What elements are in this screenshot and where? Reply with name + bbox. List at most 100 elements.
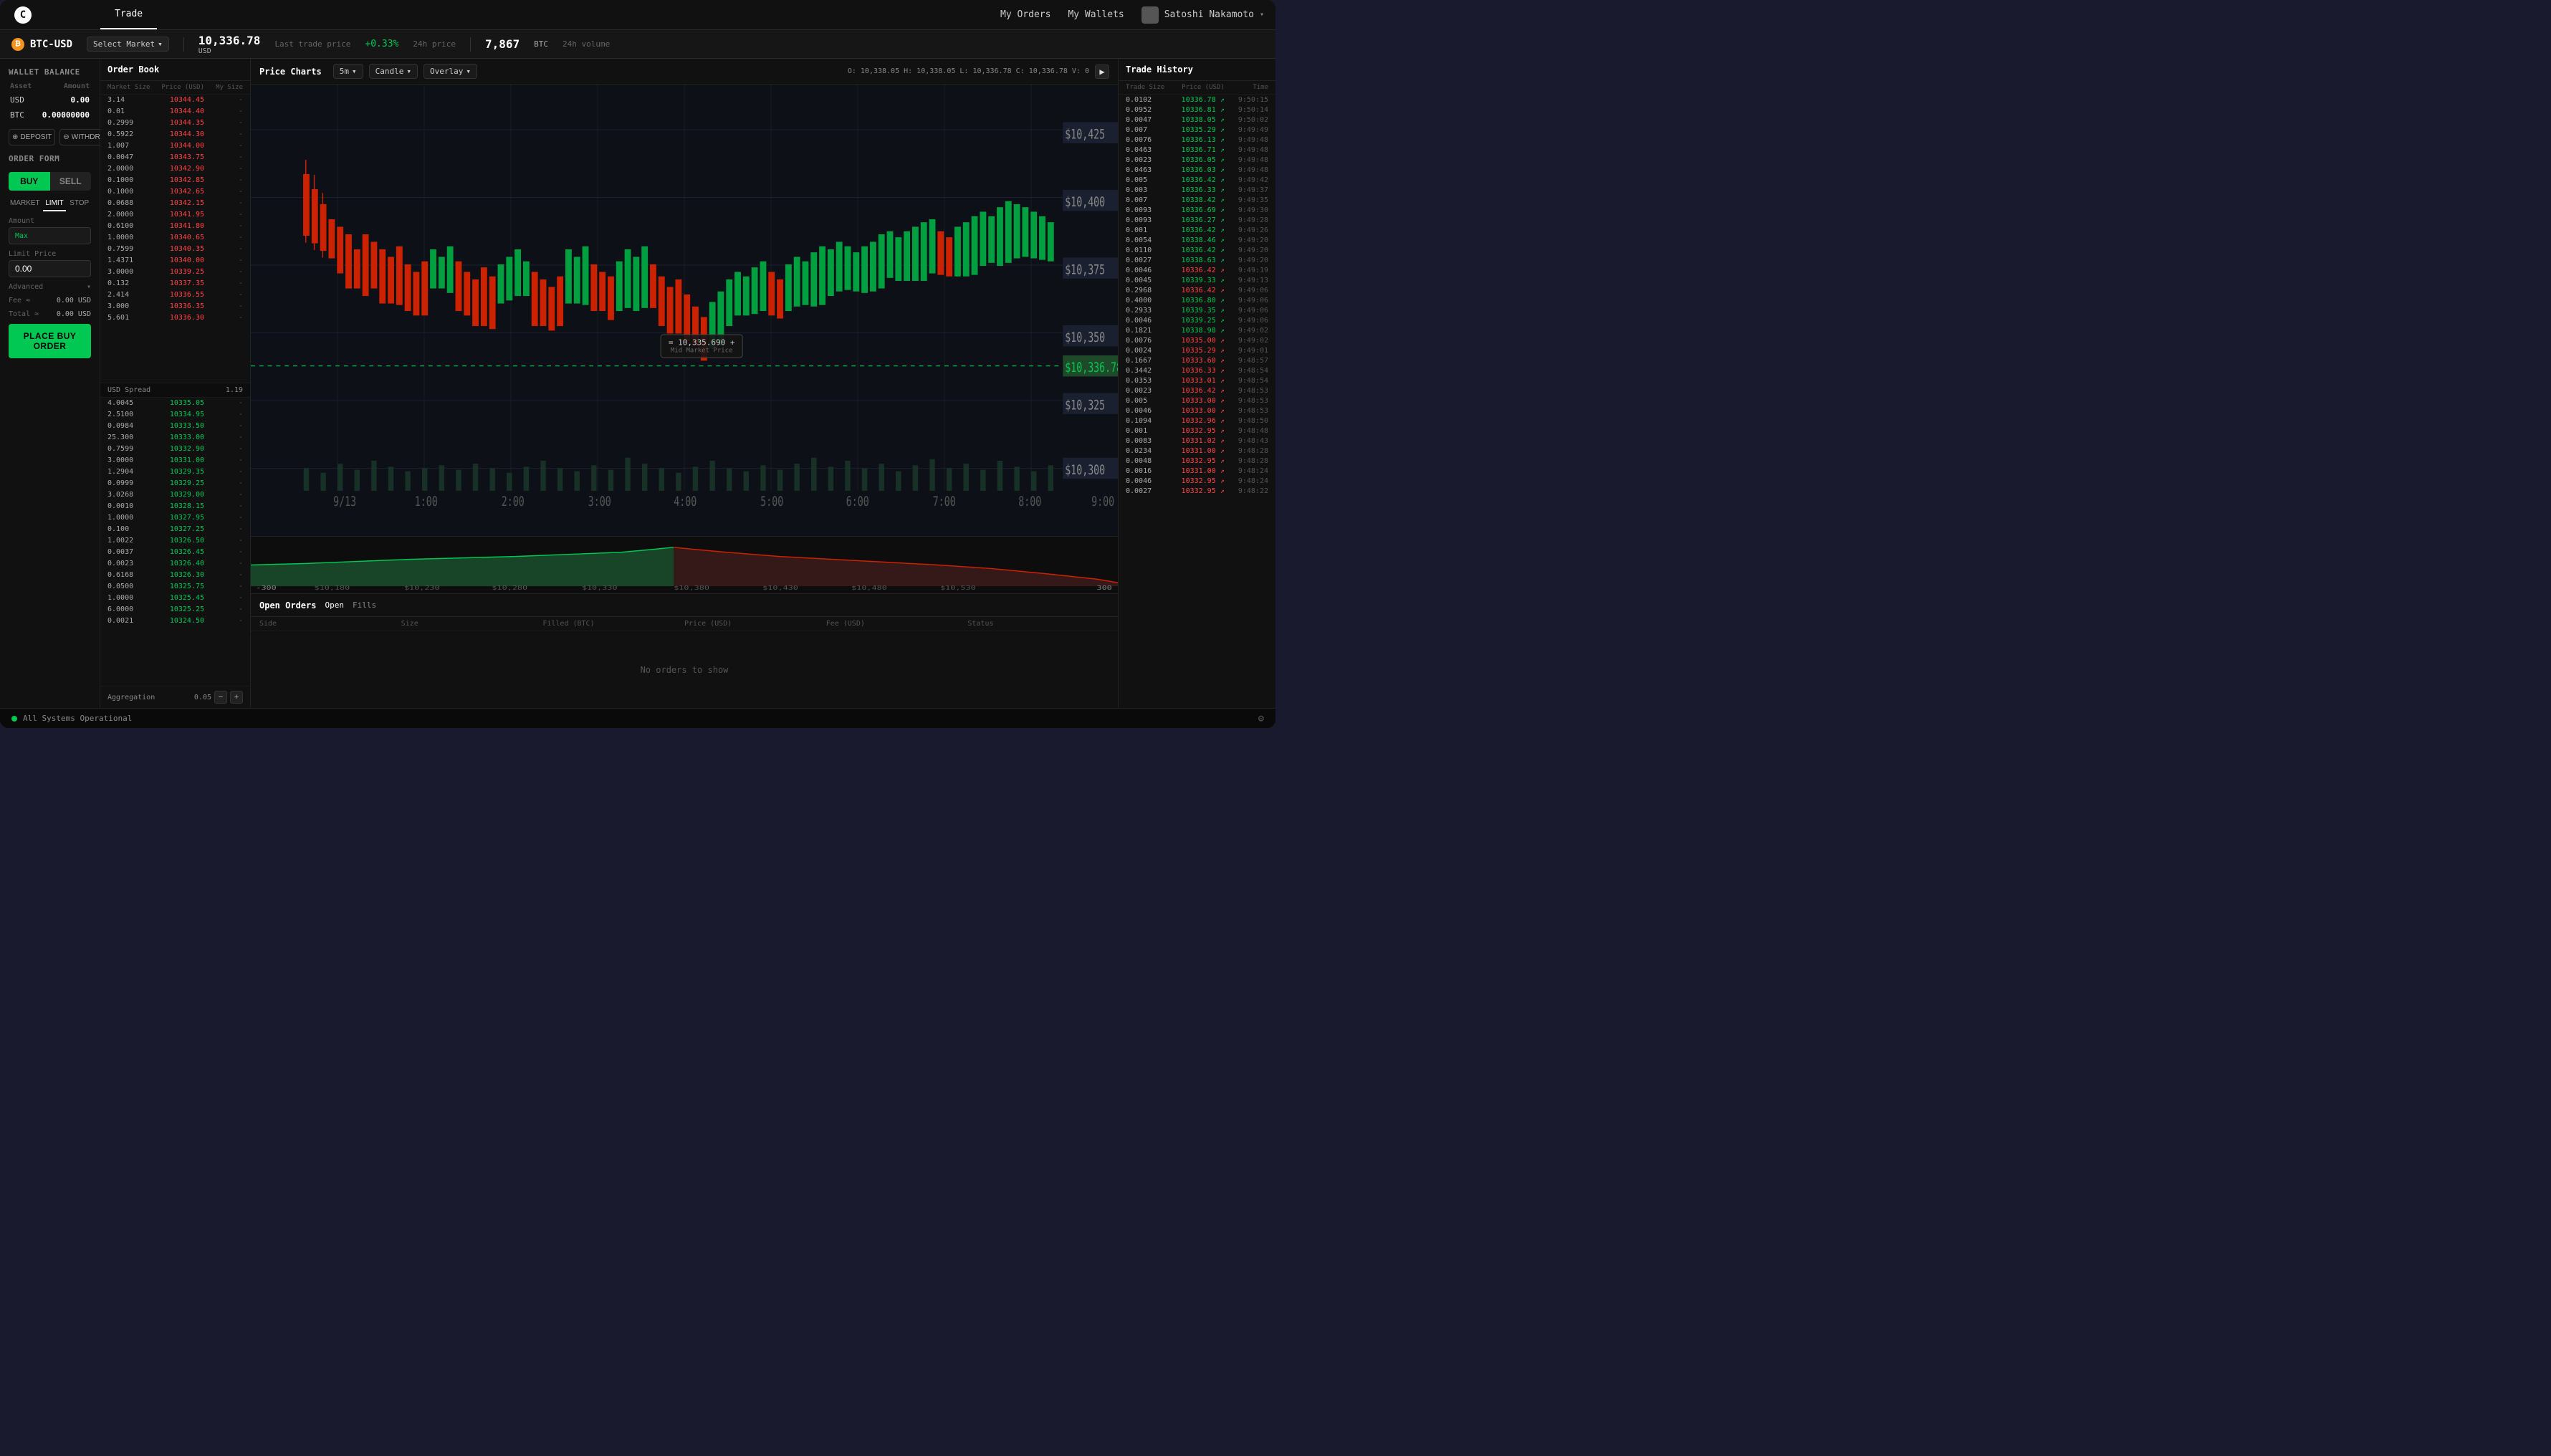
settings-gear-icon[interactable]: ⚙ — [1258, 713, 1264, 724]
advanced-toggle[interactable]: Advanced ▾ — [9, 283, 91, 291]
ob-bid-my-size: - — [204, 547, 243, 557]
th-time: 9:49:06 — [1225, 287, 1268, 294]
ob-bid-row[interactable]: 0.0999 10329.25 - — [100, 478, 250, 489]
ob-bid-size: 0.0021 — [107, 616, 156, 626]
ob-ask-row[interactable]: 3.000 10336.35 - — [100, 301, 250, 312]
th-time: 9:48:48 — [1225, 427, 1268, 435]
ob-ask-row[interactable]: 2.0000 10342.90 - — [100, 163, 250, 175]
ob-bid-price: 10332.90 — [156, 444, 205, 454]
my-orders-link[interactable]: My Orders — [1000, 9, 1050, 20]
th-row: 0.0023 10336.42 ↗ 9:48:53 — [1119, 385, 1276, 396]
svg-text:$10,380: $10,380 — [674, 585, 709, 592]
ob-ask-my-size: - — [204, 256, 243, 266]
ob-ask-row[interactable]: 5.601 10336.30 - — [100, 312, 250, 324]
ob-ask-row[interactable]: 1.4371 10340.00 - — [100, 255, 250, 267]
agg-decrease-button[interactable]: − — [214, 691, 227, 704]
svg-text:9/13: 9/13 — [333, 494, 356, 509]
ob-ask-row[interactable]: 0.1000 10342.85 - — [100, 175, 250, 186]
ob-bid-row[interactable]: 2.5100 10334.95 - — [100, 409, 250, 421]
ob-bid-row[interactable]: 0.0500 10325.75 - — [100, 581, 250, 593]
ob-bid-row[interactable]: 1.0000 10327.95 - — [100, 512, 250, 524]
ob-ask-row[interactable]: 0.0047 10343.75 - — [100, 152, 250, 163]
ob-ask-row[interactable]: 2.0000 10341.95 - — [100, 209, 250, 221]
ob-bid-row[interactable]: 0.0023 10326.40 - — [100, 558, 250, 570]
timeframe-select[interactable]: 5m▾ — [333, 64, 363, 79]
ob-bid-row[interactable]: 1.0000 10325.45 - — [100, 593, 250, 604]
chart-expand-button[interactable]: ▶ — [1095, 64, 1109, 79]
max-button[interactable]: Max — [15, 232, 28, 240]
ob-bid-my-size: - — [204, 398, 243, 408]
stop-tab[interactable]: STOP — [67, 196, 91, 211]
oo-col-headers: Side Size Filled (BTC) Price (USD) Fee (… — [251, 617, 1118, 631]
overlay-select[interactable]: Overlay▾ — [423, 64, 477, 79]
ob-bid-price: 10328.15 — [156, 502, 205, 512]
ob-ask-row[interactable]: 2.414 10336.55 - — [100, 289, 250, 301]
ob-bid-row[interactable]: 0.0037 10326.45 - — [100, 547, 250, 558]
buy-tab[interactable]: BUY — [9, 172, 50, 191]
ob-bid-size: 3.0000 — [107, 456, 156, 466]
th-size: 0.0952 — [1126, 106, 1169, 114]
ob-bid-row[interactable]: 3.0000 10331.00 - — [100, 455, 250, 466]
th-price: 10333.00 ↗ — [1169, 397, 1225, 405]
th-row: 0.0023 10336.05 ↗ 9:49:48 — [1119, 155, 1276, 165]
ob-ask-size: 0.2999 — [107, 118, 156, 128]
ob-ask-row[interactable]: 0.132 10337.35 - — [100, 278, 250, 289]
ob-ask-row[interactable]: 3.0000 10339.25 - — [100, 267, 250, 278]
spread-value: 1.19 — [226, 386, 243, 394]
ob-ask-my-size: - — [204, 279, 243, 289]
ob-bid-row[interactable]: 0.0021 10324.50 - — [100, 616, 250, 627]
my-wallets-link[interactable]: My Wallets — [1068, 9, 1124, 20]
ob-ask-row[interactable]: 1.007 10344.00 - — [100, 140, 250, 152]
ob-bid-row[interactable]: 0.100 10327.25 - — [100, 524, 250, 535]
ob-col-price: Price (USD) — [156, 84, 205, 91]
ob-ask-row[interactable]: 0.5922 10344.30 - — [100, 129, 250, 140]
svg-text:$10,325: $10,325 — [1065, 397, 1105, 413]
ob-ask-row[interactable]: 0.01 10344.40 - — [100, 106, 250, 118]
wallet-row-usd: USD 0.00 — [10, 93, 90, 107]
ob-ask-row[interactable]: 0.0688 10342.15 - — [100, 198, 250, 209]
ob-bid-row[interactable]: 0.7599 10332.90 - — [100, 444, 250, 455]
th-price: 10336.42 ↗ — [1169, 226, 1225, 234]
th-row: 0.0353 10333.01 ↗ 9:48:54 — [1119, 375, 1276, 385]
ob-ask-row[interactable]: 0.1000 10342.65 - — [100, 186, 250, 198]
ob-ask-row[interactable]: 0.7599 10340.35 - — [100, 244, 250, 255]
ob-bid-row[interactable]: 3.0268 10329.00 - — [100, 489, 250, 501]
oo-col-size: Size — [401, 620, 543, 628]
th-time: 9:49:48 — [1225, 146, 1268, 154]
ob-bid-row[interactable]: 1.0022 10326.50 - — [100, 535, 250, 547]
select-market-dropdown[interactable]: Select Market ▾ — [87, 37, 169, 52]
deposit-button[interactable]: ⊕ DEPOSIT — [9, 129, 55, 145]
limit-tab[interactable]: LIMIT — [43, 196, 67, 211]
svg-text:$10,230: $10,230 — [404, 585, 440, 592]
th-row: 0.001 10332.95 ↗ 9:48:48 — [1119, 426, 1276, 436]
ob-ask-row[interactable]: 3.14 10344.45 - — [100, 95, 250, 106]
th-size: 0.003 — [1126, 186, 1169, 194]
ob-ask-row[interactable]: 0.6100 10341.80 - — [100, 221, 250, 232]
ob-bid-row[interactable]: 1.2904 10329.35 - — [100, 466, 250, 478]
ob-bid-row[interactable]: 0.0010 10328.15 - — [100, 501, 250, 512]
oo-tab-fills[interactable]: Fills — [353, 600, 376, 610]
ob-ask-row[interactable]: 0.2999 10344.35 - — [100, 118, 250, 129]
sell-tab[interactable]: SELL — [50, 172, 92, 191]
candle-select[interactable]: Candle▾ — [369, 64, 418, 79]
ob-bid-row[interactable]: 6.0000 10325.25 - — [100, 604, 250, 616]
status-text: All Systems Operational — [23, 714, 132, 723]
user-menu[interactable]: Satoshi Nakamoto ▾ — [1142, 6, 1264, 24]
ob-bid-row[interactable]: 0.0984 10333.50 - — [100, 421, 250, 432]
oo-empty-message: No orders to show — [251, 631, 1118, 708]
svg-text:4:00: 4:00 — [674, 494, 697, 509]
market-tab[interactable]: MARKET — [9, 196, 42, 211]
logo-area: C — [0, 6, 100, 24]
nav-tab-trade[interactable]: Trade — [100, 0, 157, 29]
order-book-title: Order Book — [100, 59, 250, 81]
th-size: 0.2933 — [1126, 307, 1169, 315]
ob-bid-row[interactable]: 0.6168 10326.30 - — [100, 570, 250, 581]
oo-tab-open[interactable]: Open — [325, 600, 344, 610]
ob-bid-row[interactable]: 4.0045 10335.05 - — [100, 398, 250, 409]
ob-ask-row[interactable]: 1.0000 10340.65 - — [100, 232, 250, 244]
place-order-button[interactable]: PLACE BUY ORDER — [9, 324, 91, 358]
ob-bid-row[interactable]: 25.300 10333.00 - — [100, 432, 250, 444]
ob-bid-my-size: - — [204, 536, 243, 546]
agg-increase-button[interactable]: + — [230, 691, 243, 704]
th-size: 0.001 — [1126, 427, 1169, 435]
